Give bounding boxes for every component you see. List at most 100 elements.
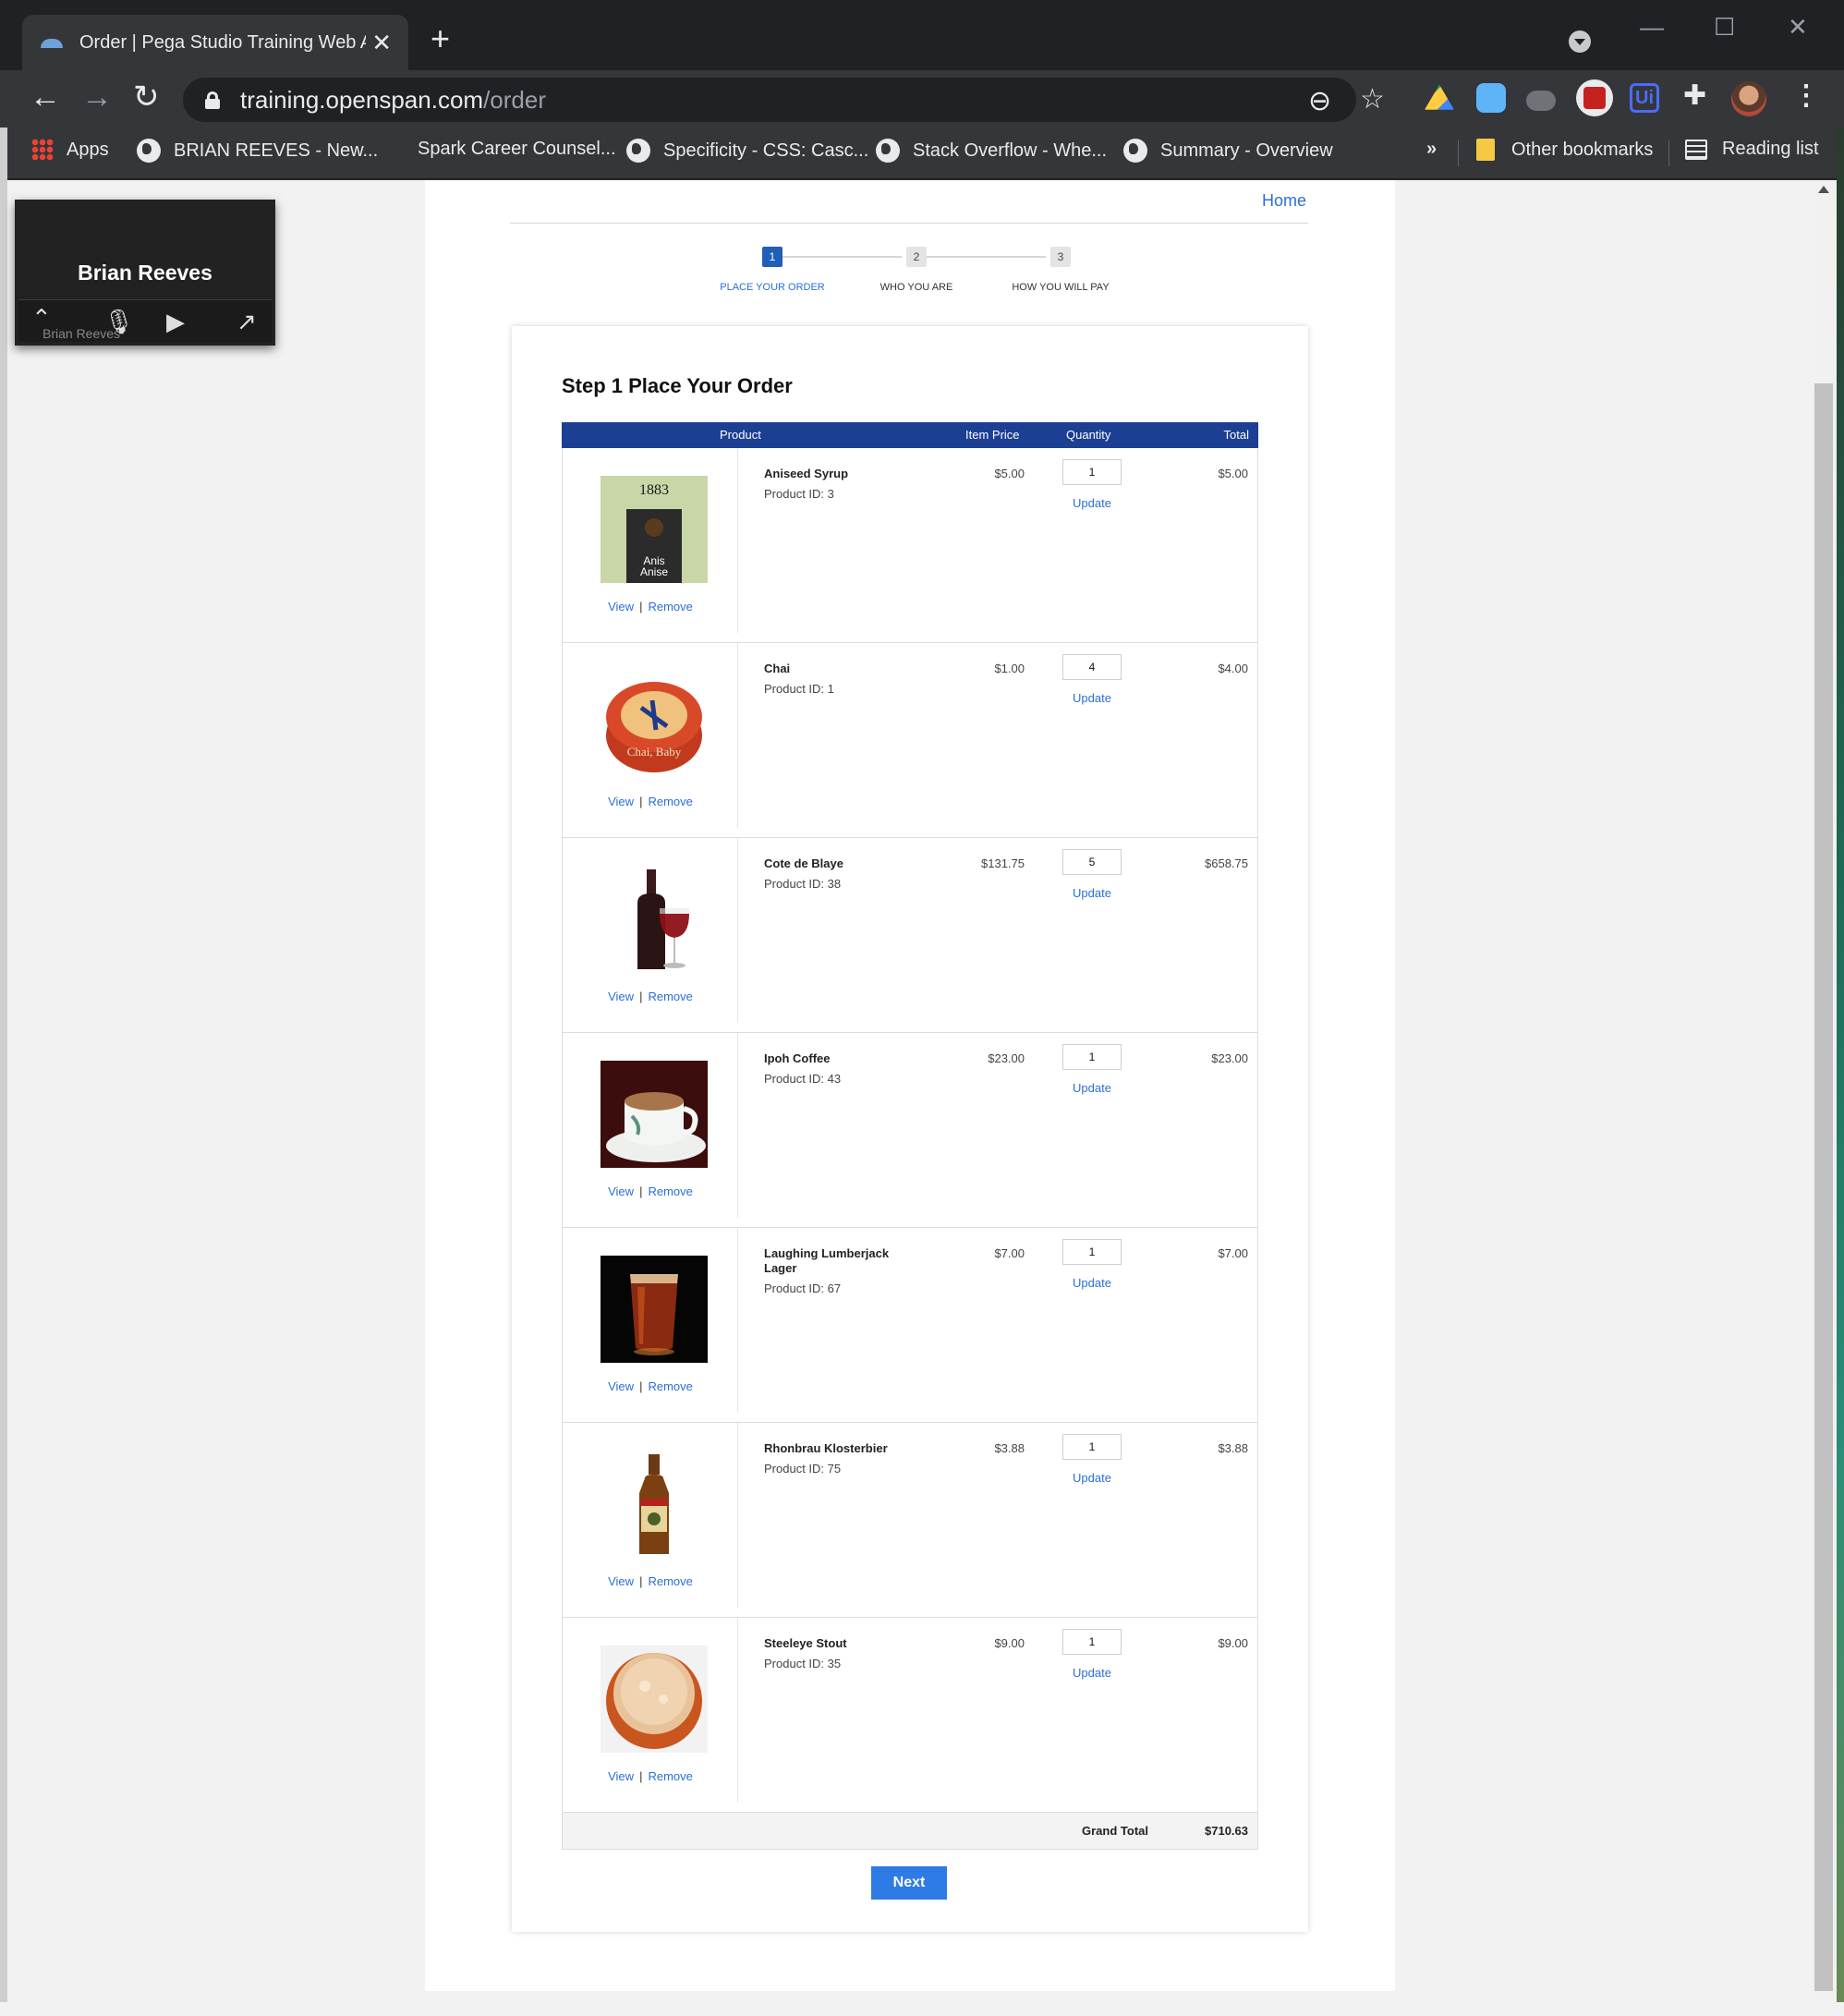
reload-icon[interactable]: ↻ xyxy=(133,81,160,113)
cloud-extension-icon[interactable] xyxy=(1526,91,1556,111)
tab-title: Order | Pega Studio Training Web Ap xyxy=(79,31,366,53)
remove-link[interactable]: Remove xyxy=(648,1769,692,1783)
reading-list-button[interactable]: Reading list xyxy=(1685,139,1819,160)
step-1-label: PLACE YOUR ORDER xyxy=(720,282,825,293)
bookmark-stack-overflow[interactable]: Stack Overflow - Whe... xyxy=(876,139,1107,163)
view-link[interactable]: View xyxy=(608,600,634,613)
update-link[interactable]: Update xyxy=(1062,886,1122,900)
view-link[interactable]: View xyxy=(608,795,634,808)
bookmark-apps[interactable]: Apps xyxy=(31,139,109,161)
home-link[interactable]: Home xyxy=(1262,191,1306,211)
step-3-label: HOW YOU WILL PAY xyxy=(1012,282,1110,293)
scrollbar-thumb[interactable] xyxy=(1814,383,1833,1991)
remove-link[interactable]: Remove xyxy=(648,795,692,808)
quantity-input[interactable] xyxy=(1062,459,1122,485)
product-id: Product ID: 38 xyxy=(764,877,842,891)
zoom-video-panel[interactable]: Brian Reeves ⌃ 🎙 ▶ ↗ Brian Reeves xyxy=(15,200,275,346)
update-link[interactable]: Update xyxy=(1062,691,1122,705)
bookmark-label: BRIAN REEVES - New... xyxy=(174,140,379,161)
maximize-icon[interactable]: ☐ xyxy=(1714,13,1735,42)
table-row: 1883 Anis Anise View | Remove Aniseed Syru… xyxy=(562,448,1258,643)
update-link[interactable]: Update xyxy=(1062,1666,1122,1680)
update-link[interactable]: Update xyxy=(1062,1081,1122,1095)
quantity-input[interactable] xyxy=(1062,1044,1122,1070)
update-link[interactable]: Update xyxy=(1062,1471,1122,1485)
item-price: $131.75 xyxy=(981,856,1025,870)
column-header-quantity: Quantity xyxy=(1066,428,1111,442)
update-link[interactable]: Update xyxy=(1062,496,1122,510)
column-header-item-price: Item Price xyxy=(965,428,1020,442)
product-id: Product ID: 35 xyxy=(764,1657,842,1670)
minimize-icon[interactable]: — xyxy=(1640,13,1664,42)
tab-search-icon[interactable] xyxy=(1569,30,1591,53)
extensions-puzzle-icon[interactable]: ✚ xyxy=(1683,79,1713,111)
item-price: $9.00 xyxy=(994,1636,1025,1650)
remove-link[interactable]: Remove xyxy=(648,1184,692,1198)
bookmark-divider xyxy=(1458,140,1459,166)
icloud-icon[interactable] xyxy=(1476,83,1506,113)
bookmark-spark-career[interactable]: Spark Career Counsel... xyxy=(418,139,616,160)
bookmark-label: Other bookmarks xyxy=(1511,139,1654,160)
remove-link[interactable]: Remove xyxy=(648,1574,692,1588)
remove-link[interactable]: Remove xyxy=(648,990,692,1003)
product-id: Product ID: 67 xyxy=(764,1281,842,1295)
line-total: $23.00 xyxy=(1211,1051,1248,1065)
back-arrow-icon[interactable]: ← xyxy=(30,81,61,113)
product-id: Product ID: 3 xyxy=(764,487,834,501)
view-link[interactable]: View xyxy=(608,1379,634,1393)
line-total: $9.00 xyxy=(1218,1636,1248,1650)
quantity-input[interactable] xyxy=(1062,654,1122,680)
view-link[interactable]: View xyxy=(608,1574,634,1588)
browser-toolbar: ← → ↻ training.openspan.com/order ⊖ ☆ Ui… xyxy=(0,70,1844,128)
line-total: $5.00 xyxy=(1218,467,1248,480)
column-header-total: Total xyxy=(1223,428,1249,442)
product-name: Ipoh Coffee xyxy=(764,1051,831,1065)
browser-menu-icon[interactable]: ⋮ xyxy=(1792,79,1820,112)
quantity-input[interactable] xyxy=(1062,1239,1122,1265)
browser-tab[interactable]: Order | Pega Studio Training Web Ap ✕ xyxy=(22,15,408,70)
lock-icon[interactable] xyxy=(205,91,220,109)
item-actions: View | Remove xyxy=(563,1574,738,1588)
quantity-input[interactable] xyxy=(1062,849,1122,875)
next-button[interactable]: Next xyxy=(871,1866,947,1900)
video-off-icon[interactable]: ▶ xyxy=(166,308,185,336)
product-name: Rhonbrau Klosterbier xyxy=(764,1441,888,1455)
remove-link[interactable]: Remove xyxy=(648,1379,692,1393)
uipath-extension-icon[interactable]: Ui xyxy=(1630,83,1659,113)
view-link[interactable]: View xyxy=(608,1769,634,1783)
bookmark-other-bookmarks[interactable]: Other bookmarks xyxy=(1476,139,1653,161)
bookmark-label: Summary - Overview xyxy=(1160,140,1333,161)
scroll-up-arrow-icon[interactable] xyxy=(1818,186,1829,193)
update-link[interactable]: Update xyxy=(1062,1276,1122,1290)
bookmark-brian-reeves[interactable]: BRIAN REEVES - New... xyxy=(137,139,378,163)
share-screen-icon[interactable]: ↗ xyxy=(237,308,257,336)
profile-avatar[interactable] xyxy=(1731,81,1766,116)
vertical-scrollbar[interactable] xyxy=(1811,180,1837,2002)
window-close-icon[interactable]: ✕ xyxy=(1788,13,1808,42)
view-link[interactable]: View xyxy=(608,1184,634,1198)
product-name: Steeleye Stout xyxy=(764,1636,847,1650)
bookmark-summary[interactable]: Summary - Overview xyxy=(1123,139,1333,163)
forward-arrow-icon[interactable]: → xyxy=(81,81,113,113)
link-separator: | xyxy=(639,600,643,613)
item-actions: View | Remove xyxy=(563,1769,738,1783)
bookmark-star-icon[interactable]: ☆ xyxy=(1360,83,1385,115)
zoom-magnifier-icon[interactable]: ⊖ xyxy=(1308,85,1331,117)
bookmark-specificity[interactable]: Specificity - CSS: Casc... xyxy=(626,139,868,163)
quantity-input[interactable] xyxy=(1062,1629,1122,1655)
line-total: $4.00 xyxy=(1218,662,1248,675)
remove-link[interactable]: Remove xyxy=(648,600,692,613)
step-2-number: 2 xyxy=(906,247,927,267)
shield-extension-icon[interactable] xyxy=(1576,79,1613,116)
new-tab-icon[interactable]: + xyxy=(431,22,450,55)
item-actions: View | Remove xyxy=(563,600,738,613)
google-drive-icon[interactable] xyxy=(1425,84,1454,110)
bookmark-label: Spark Career Counsel... xyxy=(418,139,616,159)
item-price: $5.00 xyxy=(994,467,1025,480)
close-tab-icon[interactable]: ✕ xyxy=(371,29,392,57)
view-link[interactable]: View xyxy=(608,990,634,1003)
aniseed-syrup-image: 1883 Anis Anise xyxy=(601,476,708,583)
address-bar[interactable]: training.openspan.com/order ⊖ ☆ xyxy=(183,78,1385,122)
quantity-input[interactable] xyxy=(1062,1434,1122,1460)
more-bookmarks-chevron-icon[interactable]: » xyxy=(1426,139,1437,160)
